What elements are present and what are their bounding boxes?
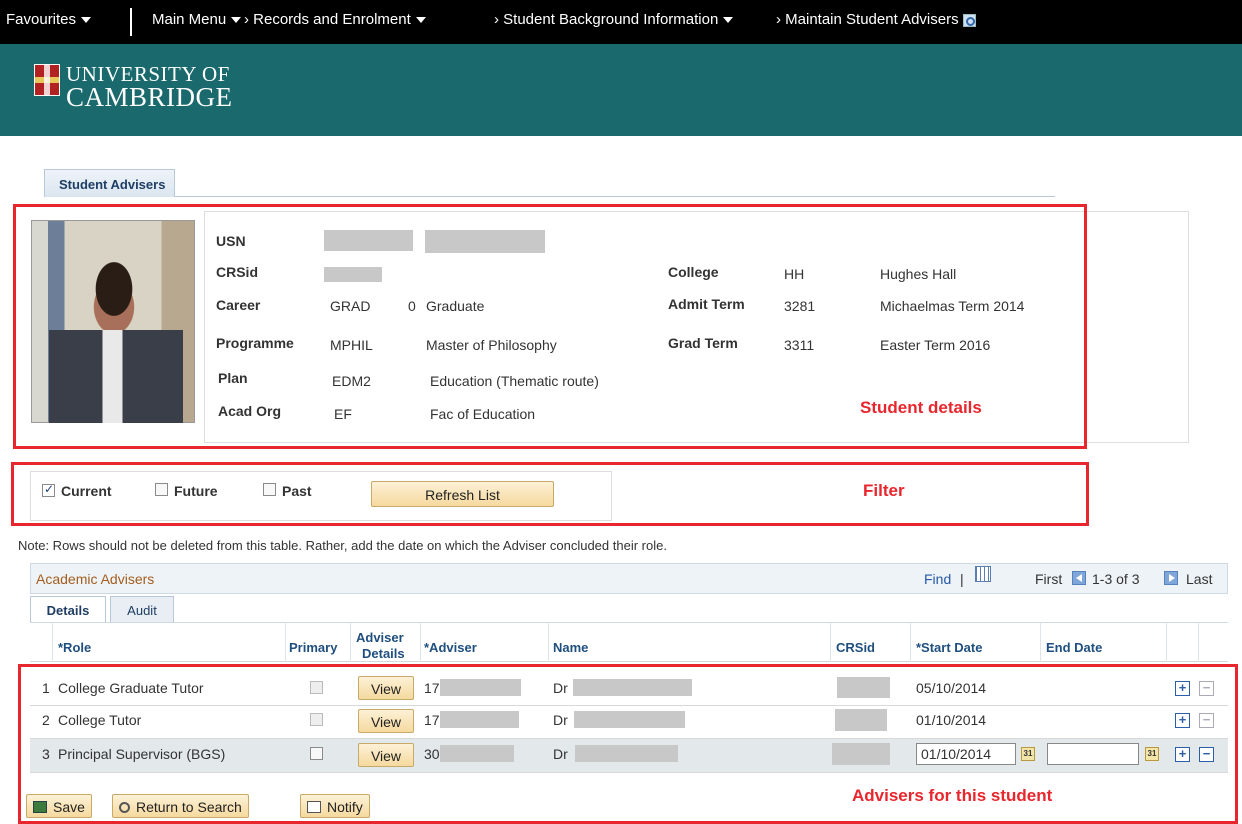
column-divider bbox=[285, 622, 286, 662]
university-crest-icon bbox=[34, 64, 60, 96]
breadcrumb-maintain-advisers[interactable]: › Maintain Student Advisers bbox=[776, 11, 976, 28]
previous-arrow-icon[interactable] bbox=[1072, 571, 1086, 585]
column-role[interactable]: *Role bbox=[58, 640, 91, 655]
chevron-down-icon bbox=[723, 17, 734, 24]
last-link[interactable]: Last bbox=[1186, 571, 1212, 587]
tab-underline bbox=[175, 196, 1055, 197]
grid-title: Academic Advisers bbox=[36, 571, 155, 587]
find-link[interactable]: Find bbox=[924, 571, 951, 587]
breadcrumb-records-enrolment[interactable]: › Records and Enrolment bbox=[244, 11, 426, 28]
return-to-search-button[interactable]: Return to Search bbox=[112, 794, 249, 818]
column-divider bbox=[1166, 622, 1167, 662]
column-divider bbox=[1198, 622, 1199, 662]
breadcrumb-student-background[interactable]: › Student Background Information bbox=[494, 11, 734, 28]
filter-highlight bbox=[11, 462, 1089, 526]
column-divider bbox=[52, 622, 53, 662]
column-primary[interactable]: Primary bbox=[289, 640, 337, 655]
range-indicator: 1-3 of 3 bbox=[1092, 571, 1140, 587]
column-adviser[interactable]: *Adviser bbox=[424, 640, 477, 655]
save-icon bbox=[33, 801, 47, 813]
notify-icon bbox=[307, 801, 321, 813]
tab-details[interactable]: Details bbox=[30, 596, 106, 622]
favourites-menu[interactable]: Favourites bbox=[6, 11, 92, 28]
column-start-date[interactable]: *Start Date bbox=[916, 640, 982, 655]
chevron-down-icon bbox=[415, 17, 426, 24]
filter-annotation: Filter bbox=[863, 481, 905, 500]
top-navigation-bar: Favourites Main Menu › Records and Enrol… bbox=[0, 0, 1242, 44]
advisers-annotation: Advisers for this student bbox=[852, 786, 1053, 805]
tab-audit[interactable]: Audit bbox=[110, 596, 174, 622]
grid-note: Note: Rows should not be deleted from th… bbox=[18, 538, 667, 553]
column-end-date[interactable]: End Date bbox=[1046, 640, 1102, 655]
column-adviser-details-line1[interactable]: Adviser bbox=[356, 630, 404, 645]
column-divider bbox=[830, 622, 831, 662]
column-crsid[interactable]: CRSid bbox=[836, 640, 875, 655]
column-name[interactable]: Name bbox=[553, 640, 588, 655]
column-divider bbox=[910, 622, 911, 662]
column-divider bbox=[420, 622, 421, 662]
first-link[interactable]: First bbox=[1035, 571, 1062, 587]
column-divider bbox=[1040, 622, 1041, 662]
nav-divider bbox=[130, 8, 132, 36]
chevron-down-icon bbox=[231, 17, 242, 24]
tab-student-advisers[interactable]: Student Advisers bbox=[44, 169, 175, 197]
nav-separator: | bbox=[960, 571, 964, 587]
column-divider bbox=[350, 622, 351, 662]
view-all-grid-icon[interactable] bbox=[975, 566, 991, 582]
student-details-annotation: Student details bbox=[860, 398, 982, 417]
main-menu[interactable]: Main Menu bbox=[152, 11, 242, 28]
chevron-down-icon bbox=[81, 17, 92, 24]
next-arrow-icon[interactable] bbox=[1164, 571, 1178, 585]
university-name-line2: CAMBRIDGE bbox=[66, 82, 233, 112]
column-divider bbox=[548, 622, 549, 662]
search-icon bbox=[119, 802, 130, 813]
search-page-icon[interactable] bbox=[962, 13, 976, 27]
save-button[interactable]: Save bbox=[26, 794, 92, 818]
notify-button[interactable]: Notify bbox=[300, 794, 370, 818]
column-adviser-details-line2[interactable]: Details bbox=[362, 646, 405, 661]
